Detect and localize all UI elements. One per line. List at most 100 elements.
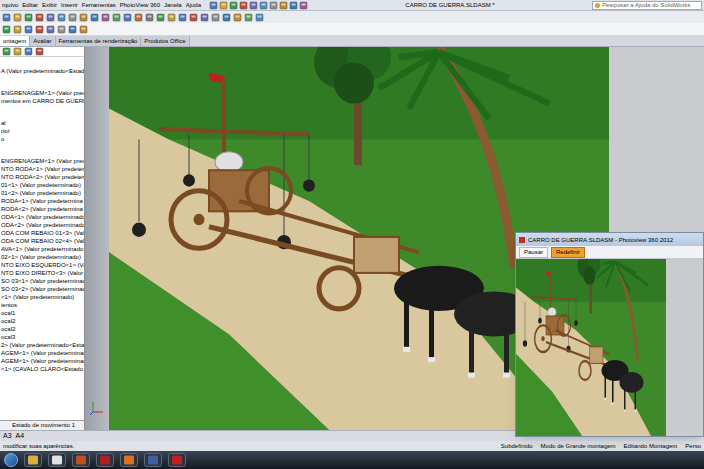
taskbar-app-icon[interactable] — [144, 453, 162, 467]
menu-item[interactable]: rquivo — [2, 0, 18, 10]
menu-item[interactable]: Editar — [22, 0, 38, 10]
tool-icon[interactable] — [259, 1, 268, 10]
tool-icon[interactable] — [2, 47, 11, 56]
tree-item[interactable]: 01<2> (Valor predeterminado) — [0, 189, 84, 197]
photoview-window[interactable]: CARRO DE GUERRA.SLDASM - Photoview 360 2… — [515, 232, 704, 437]
tool-icon[interactable] — [24, 47, 33, 56]
tool-icon[interactable] — [209, 1, 218, 10]
tool-icon[interactable] — [219, 1, 228, 10]
tool-icon[interactable] — [233, 13, 242, 22]
command-tab[interactable]: Produtos Office — [141, 36, 189, 46]
tree-item[interactable]: mentos em CARRO DE GUERRA — [0, 97, 84, 105]
tree-item[interactable]: 2> (Valor predeterminado<Estad — [0, 341, 84, 349]
tree-item[interactable]: ENGRENAGEM<1> (Valor predete — [0, 157, 84, 165]
tool-icon[interactable] — [200, 13, 209, 22]
tool-icon[interactable] — [299, 1, 308, 10]
tree-item[interactable]: al — [0, 119, 84, 127]
tool-icon[interactable] — [13, 47, 22, 56]
tree-item[interactable]: 02<1> (Valor predeterminado) — [0, 253, 84, 261]
photoview-button[interactable]: Pausar — [519, 247, 548, 258]
command-tab[interactable]: Ferramentas de renderização — [56, 36, 142, 46]
tool-icon[interactable] — [57, 13, 66, 22]
sheet-tab[interactable]: A4 — [16, 431, 25, 441]
tree-item[interactable]: ODA COM REBAIO 01<3> (Valor p — [0, 229, 84, 237]
tree-item[interactable]: ENGRENAGEM<1> (Valor predete — [0, 89, 84, 97]
tool-icon[interactable] — [211, 13, 220, 22]
start-button-icon[interactable] — [4, 453, 18, 467]
tree-item[interactable]: rior — [0, 127, 84, 135]
taskbar-app-icon[interactable] — [168, 453, 186, 467]
tool-icon[interactable] — [46, 25, 55, 34]
tool-icon[interactable] — [279, 1, 288, 10]
tool-icon[interactable] — [24, 13, 33, 22]
tree-item[interactable]: ocal2 — [0, 325, 84, 333]
tree-item[interactable]: NTO EIXO DIREITO<3> (Valor pre — [0, 269, 84, 277]
tree-item[interactable]: RODA<2> (Valor predetermina — [0, 205, 84, 213]
tree-item[interactable]: NTO RODA<1> (Valor predetermi — [0, 165, 84, 173]
tool-icon[interactable] — [123, 13, 132, 22]
tool-icon[interactable] — [178, 13, 187, 22]
tool-icon[interactable] — [156, 13, 165, 22]
menu-item[interactable]: Inserir — [61, 0, 78, 10]
tool-icon[interactable] — [68, 13, 77, 22]
command-tab[interactable]: ontagem — [0, 36, 30, 46]
tree-item[interactable]: ocal3 — [0, 333, 84, 341]
tree-item[interactable]: AVA<1> (Valor predeterminado — [0, 245, 84, 253]
tree-item[interactable]: SO 03<2> (Valor predeterminad — [0, 285, 84, 293]
tool-icon[interactable] — [46, 13, 55, 22]
tool-icon[interactable] — [35, 25, 44, 34]
tree-item[interactable]: ocal2 — [0, 317, 84, 325]
tree-item[interactable]: NTO EIXO ESQUERDO<1> (Valor p — [0, 261, 84, 269]
menu-item[interactable]: Janela — [164, 0, 182, 10]
tool-icon[interactable] — [35, 13, 44, 22]
tool-icon[interactable] — [24, 25, 33, 34]
tool-icon[interactable] — [269, 1, 278, 10]
tool-icon[interactable] — [229, 1, 238, 10]
tree-item[interactable]: ODA<1> (Valor predeterminado — [0, 213, 84, 221]
taskbar-app-icon[interactable] — [120, 453, 138, 467]
tool-icon[interactable] — [101, 13, 110, 22]
tool-icon[interactable] — [167, 13, 176, 22]
taskbar-app-icon[interactable] — [48, 453, 66, 467]
tree-item[interactable]: ocal1 — [0, 309, 84, 317]
command-tab[interactable]: Avaliar — [30, 36, 55, 46]
tree-item[interactable]: <1> (Valor predeterminado) — [0, 293, 84, 301]
tool-icon[interactable] — [112, 13, 121, 22]
tool-icon[interactable] — [2, 25, 11, 34]
tool-icon[interactable] — [255, 13, 264, 22]
tool-icon[interactable] — [13, 25, 22, 34]
taskbar-app-icon[interactable] — [96, 453, 114, 467]
menu-item[interactable]: Exibir — [42, 0, 57, 10]
tool-icon[interactable] — [239, 1, 248, 10]
search-field[interactable]: Pesquisar a Ajuda do SolidWorks — [592, 1, 702, 10]
tool-icon[interactable] — [244, 13, 253, 22]
tree-item[interactable]: o — [0, 135, 84, 143]
tool-icon[interactable] — [68, 25, 77, 34]
tool-icon[interactable] — [57, 25, 66, 34]
tree-item[interactable]: SO 03<1> (Valor predeterminad — [0, 277, 84, 285]
tree-item[interactable]: ientos — [0, 301, 84, 309]
tool-icon[interactable] — [79, 13, 88, 22]
taskbar-app-icon[interactable] — [72, 453, 90, 467]
tool-icon[interactable] — [2, 13, 11, 22]
taskbar-app-icon[interactable] — [24, 453, 42, 467]
tool-icon[interactable] — [289, 1, 298, 10]
tree-item[interactable]: NTO RODA<2> (Valor predeterm — [0, 173, 84, 181]
tree-item[interactable]: <1> (CAVALO CLARO<Estado de e — [0, 365, 84, 373]
menu-item[interactable]: Ajuda — [186, 0, 201, 10]
tool-icon[interactable] — [35, 47, 44, 56]
tool-icon[interactable] — [222, 13, 231, 22]
motion-tab[interactable]: Estado de movimento 1 — [0, 420, 84, 430]
tool-icon[interactable] — [79, 25, 88, 34]
tool-icon[interactable] — [13, 13, 22, 22]
tree-item[interactable]: 01<1> (Valor predeterminado) — [0, 181, 84, 189]
tool-icon[interactable] — [145, 13, 154, 22]
tool-icon[interactable] — [189, 13, 198, 22]
menu-item[interactable]: PhotoView 360 — [120, 0, 160, 10]
tree-item[interactable]: AGEM<1> (Valor predeterminado) — [0, 349, 84, 357]
photoview-button[interactable]: Redefinir — [551, 247, 585, 258]
tree-item[interactable]: ODA COM REBAIO 02<4> (Valor p — [0, 237, 84, 245]
tree-item[interactable]: A (Valor predeterminado<Estado — [0, 67, 84, 75]
tool-icon[interactable] — [249, 1, 258, 10]
tree-item[interactable]: RODA<1> (Valor predetermina — [0, 197, 84, 205]
